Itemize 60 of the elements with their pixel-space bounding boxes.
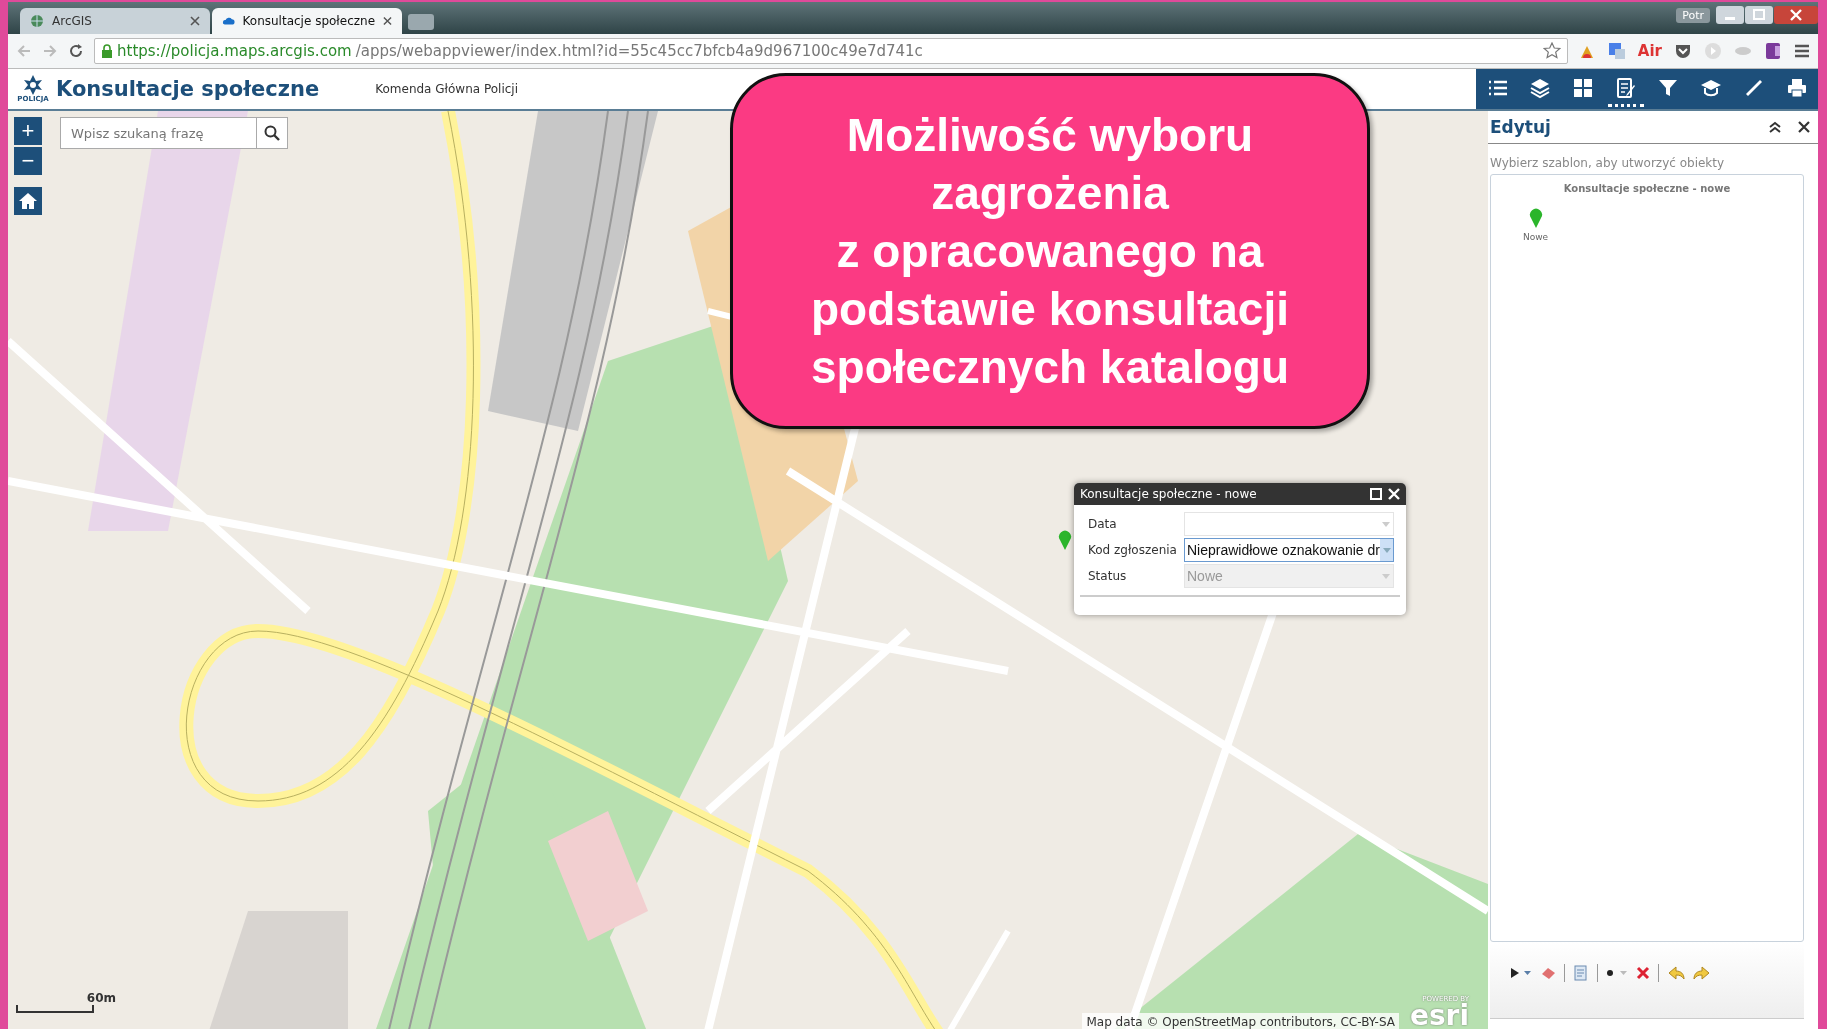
- browser-tab[interactable]: Konsultacje społeczne: [212, 8, 402, 34]
- popup-title: Konsultacje społeczne - nowe: [1080, 487, 1257, 501]
- menu-icon[interactable]: [1794, 43, 1810, 59]
- layers-icon: [1529, 76, 1552, 99]
- star-badge-icon: [22, 75, 44, 95]
- template-item[interactable]: Nowe: [1517, 202, 1555, 248]
- browser-tab[interactable]: ArcGIS: [20, 8, 210, 34]
- undo-icon[interactable]: [1667, 965, 1685, 981]
- dropdown-field[interactable]: [1184, 512, 1394, 536]
- delete-icon[interactable]: [1636, 966, 1650, 980]
- star-icon[interactable]: [1542, 42, 1561, 60]
- home-icon: [18, 191, 38, 211]
- zoom-in-button[interactable]: +: [14, 117, 42, 145]
- panel-hint: Wybierz szablon, aby utworzyć obiekty: [1489, 155, 1726, 172]
- caret-icon: [1382, 521, 1390, 527]
- zoom-out-button[interactable]: −: [14, 147, 42, 175]
- search-button[interactable]: [256, 117, 288, 149]
- url-path: /apps/webappviewer/index.html?id=55c45cc7bfcb4a9d967100c49e7d741c: [355, 42, 923, 60]
- edit-icon: [1614, 76, 1637, 99]
- lock-icon: [101, 44, 113, 58]
- translate-icon[interactable]: [1607, 42, 1626, 60]
- scale-label: 60m: [86, 991, 116, 1005]
- globe-icon: [30, 14, 44, 28]
- close-icon[interactable]: [1798, 121, 1810, 133]
- dropdown-field[interactable]: Nieprawidłowe oznakowanie dr: [1184, 538, 1394, 562]
- eraser-icon[interactable]: [1540, 966, 1556, 980]
- pocket-icon[interactable]: [1674, 42, 1692, 60]
- field-label: Kod zgłoszenia: [1088, 543, 1178, 557]
- template-group-title: Konsultacje społeczne - nowe: [1562, 182, 1732, 196]
- close-icon[interactable]: [383, 16, 392, 26]
- field-label: Status: [1088, 569, 1128, 583]
- panel-title: Edytuj: [1490, 117, 1551, 137]
- home-button[interactable]: [14, 187, 42, 215]
- reload-icon[interactable]: [68, 43, 84, 59]
- callout-text: podstawie konsultacji: [811, 282, 1289, 337]
- callout-text: społecznych katalogu: [811, 340, 1289, 395]
- print-icon: [1785, 76, 1808, 99]
- search-field[interactable]: Wpisz szukaną frazę: [60, 117, 256, 149]
- map-pin-icon: [1058, 530, 1072, 550]
- address-field[interactable]: https://policja.maps.arcgis.com /apps/webappviewer/index.html?id=55c45cc7bfcb4a9d967100c49e7d741c: [94, 38, 1568, 64]
- notebook-icon[interactable]: [1764, 42, 1782, 60]
- redo-icon[interactable]: [1693, 965, 1711, 981]
- app-subtitle: Komenda Główna Policji: [375, 82, 518, 96]
- extension-button[interactable]: Air: [1637, 42, 1662, 60]
- caret-icon: [1382, 547, 1391, 553]
- callout-text: z opracowanego na: [836, 224, 1264, 279]
- callout-text: Możliwość wyboru: [846, 108, 1254, 163]
- app-title: Konsultacje społeczne: [56, 77, 320, 101]
- esri-logo: esri: [1409, 1003, 1469, 1029]
- map-attribution: Map data © OpenStreetMap contributors, CC-BY-SA: [1082, 1013, 1399, 1029]
- dropdown-field: Nowe: [1184, 564, 1394, 588]
- url-host: https://policja.maps.arcgis.com: [117, 42, 352, 60]
- pointer-icon[interactable]: [1510, 966, 1532, 980]
- field-label: Data: [1088, 517, 1118, 531]
- maximize-icon[interactable]: [1370, 488, 1382, 500]
- callout-text: zagrożenia: [931, 166, 1169, 221]
- collapse-icon[interactable]: [1768, 121, 1782, 133]
- caret-icon: [1382, 573, 1390, 579]
- search-icon: [264, 125, 280, 141]
- grid-icon: [1571, 76, 1594, 99]
